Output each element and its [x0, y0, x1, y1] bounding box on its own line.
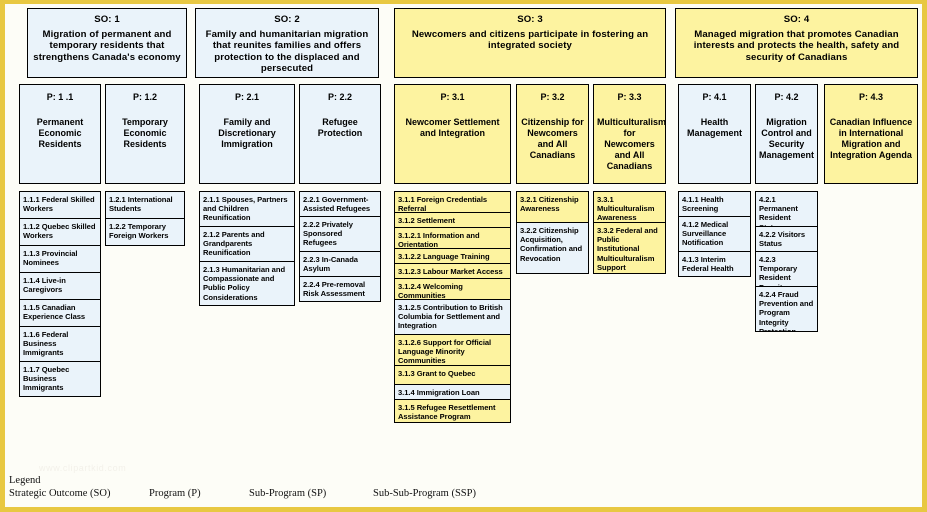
program-text: Health Management [686, 117, 742, 138]
program-id: P: 1 .1 [46, 92, 74, 102]
legend-title: Legend [9, 475, 41, 486]
subprogram-box: 4.2.2 Visitors Status [755, 226, 818, 252]
subprogram-box: 1.1.7 Quebec Business Immigrants [19, 361, 101, 397]
subprogram-box: 3.3.1 Multiculturalism Awareness [593, 191, 666, 223]
legend-item-sp: Sub-Program (SP) [249, 488, 327, 499]
subprogram-box: 3.1.2.5 Contribution to British Columbia… [394, 299, 511, 335]
program-text: Refugee Protection [317, 117, 363, 138]
program-text: Citizenship for Newcomers and All Canadi… [521, 117, 584, 160]
subprogram-box: 3.1.1 Foreign Credentials Referral [394, 191, 511, 213]
subprogram-box: 1.1.5 Canadian Experience Class [19, 299, 101, 327]
subprogram-box: 4.2.4 Fraud Prevention and Program Integ… [755, 286, 818, 332]
subprogram-box: 3.2.2 Citizenship Acquisition, Confirmat… [516, 222, 589, 274]
strategic-outcome-box-2: SO: 2 Family and humanitarian migration t… [195, 8, 379, 78]
subprogram-box: 2.1.3 Humanitarian and Compassionate and… [199, 261, 295, 306]
strategic-outcome-text: Migration of permanent and temporary res… [33, 28, 181, 63]
subprogram-box: 1.2.2 Temporary Foreign Workers [105, 218, 185, 246]
subprogram-box: 1.1.1 Federal Skilled Workers [19, 191, 101, 219]
program-id: P: 1.2 [132, 92, 157, 102]
diagram-canvas: SO: 1 Migration of permanent and temporar… [5, 4, 922, 507]
strategic-outcome-id: SO: 3 [517, 14, 543, 25]
subprogram-box: 3.1.4 Immigration Loan [394, 384, 511, 400]
subprogram-box: 4.1.3 Interim Federal Health [678, 251, 751, 277]
program-box-4.1: P: 4.1 Health Management [678, 84, 751, 184]
legend-item-ssp: Sub-Sub-Program (SSP) [373, 488, 476, 499]
subprogram-box: 4.2.1 Permanent Resident Status Document… [755, 191, 818, 227]
program-text: Multiculturalism for Newcomers and All C… [597, 117, 666, 171]
program-id: P: 3.2 [540, 92, 565, 102]
program-text: Temporary Economic Residents [122, 117, 168, 149]
program-box-2.2: P: 2.2 Refugee Protection [299, 84, 381, 184]
program-box-1.1: P: 1 .1 Permanent Economic Residents [19, 84, 101, 184]
program-text: Newcomer Settlement and Integration [405, 117, 500, 138]
subprogram-box: 2.2.4 Pre-removal Risk Assessment [299, 276, 381, 302]
subprogram-box: 3.2.1 Citizenship Awareness [516, 191, 589, 223]
subprogram-box: 1.1.3 Provincial Nominees [19, 245, 101, 273]
watermark-text: www.clipartkid.com [39, 463, 127, 473]
strategic-outcome-box-1: SO: 1 Migration of permanent and temporar… [27, 8, 187, 78]
subprogram-box: 2.2.3 In-Canada Asylum [299, 251, 381, 277]
strategic-outcome-text: Newcomers and citizens participate in fo… [411, 28, 649, 52]
diagram-page: SO: 1 Migration of permanent and temporar… [0, 0, 927, 512]
legend-item-so: Strategic Outcome (SO) [9, 488, 111, 499]
subprogram-box: 2.2.2 Privately Sponsored Refugees [299, 216, 381, 252]
program-box-4.3: P: 4.3 Canadian Influence in Internationa… [824, 84, 918, 184]
strategic-outcome-id: SO: 4 [783, 14, 810, 25]
program-box-2.1: P: 2.1 Family and Discretionary Immigrati… [199, 84, 295, 184]
program-box-3.3: P: 3.3 Multiculturalism for Newcomers and… [593, 84, 666, 184]
subprogram-box: 1.1.6 Federal Business Immigrants [19, 326, 101, 362]
subprogram-box: 3.1.2 Settlement [394, 212, 511, 228]
subprogram-box: 3.1.2.2 Language Training [394, 248, 511, 264]
subprogram-box: 3.1.2.6 Support for Official Language Mi… [394, 334, 511, 366]
subprogram-box: 2.2.1 Government-Assisted Refugees [299, 191, 381, 217]
program-id: P: 4.1 [702, 92, 727, 102]
program-box-1.2: P: 1.2 Temporary Economic Residents [105, 84, 185, 184]
program-text: Family and Discretionary Immigration [218, 117, 276, 149]
program-box-3.2: P: 3.2 Citizenship for Newcomers and All … [516, 84, 589, 184]
subprogram-box: 3.1.2.1 Information and Orientation [394, 227, 511, 249]
legend-items: Strategic Outcome (SO) Program (P) Sub-Pro… [9, 487, 476, 500]
program-id: P: 3.3 [617, 92, 642, 102]
subprogram-box: 1.2.1 International Students [105, 191, 185, 219]
subprogram-box: 3.1.2.3 Labour Market Access [394, 263, 511, 279]
strategic-outcome-id: SO: 1 [94, 14, 120, 25]
legend-item-p: Program (P) [149, 488, 201, 499]
strategic-outcome-box-3: SO: 3 Newcomers and citizens participate … [394, 8, 666, 78]
subprogram-box: 4.1.2 Medical Surveillance Notification [678, 216, 751, 252]
subprogram-box: 3.1.3 Grant to Quebec [394, 365, 511, 385]
strategic-outcome-text: Family and humanitarian migration that r… [205, 28, 369, 75]
program-id: P: 4.2 [774, 92, 799, 102]
strategic-outcome-id: SO: 2 [274, 14, 300, 25]
program-id: P: 2.2 [327, 92, 352, 102]
subprogram-box: 2.1.2 Parents and Grandparents Reunifica… [199, 226, 295, 262]
subprogram-box: 1.1.2 Quebec Skilled Workers [19, 218, 101, 246]
program-id: P: 2.1 [234, 92, 259, 102]
program-id: P: 4.3 [858, 92, 883, 102]
subprogram-box: 3.1.5 Refugee Resettlement Assistance Pr… [394, 399, 511, 423]
program-text: Canadian Influence in International Migr… [829, 117, 913, 160]
program-box-4.2: P: 4.2 Migration Control and Security Man… [755, 84, 818, 184]
subprogram-box: 3.1.2.4 Welcoming Communities [394, 278, 511, 300]
program-text: Migration Control and Security Managemen… [759, 117, 815, 160]
program-text: Permanent Economic Residents [36, 117, 84, 149]
program-id: P: 3.1 [440, 92, 465, 102]
strategic-outcome-box-4: SO: 4 Managed migration that promotes Can… [675, 8, 918, 78]
subprogram-box: 2.1.1 Spouses, Partners and Children Reu… [199, 191, 295, 227]
legend: Legend Strategic Outcome (SO) Program (P)… [9, 474, 476, 500]
subprogram-box: 3.3.2 Federal and Public Institutional M… [593, 222, 666, 274]
strategic-outcome-text: Managed migration that promotes Canadian… [693, 28, 900, 63]
subprogram-box: 1.1.4 Live-in Caregivors [19, 272, 101, 300]
subprogram-box: 4.2.3 Temporary Resident Permits [755, 251, 818, 287]
subprogram-box: 4.1.1 Health Screening [678, 191, 751, 217]
program-box-3.1: P: 3.1 Newcomer Settlement and Integratio… [394, 84, 511, 184]
